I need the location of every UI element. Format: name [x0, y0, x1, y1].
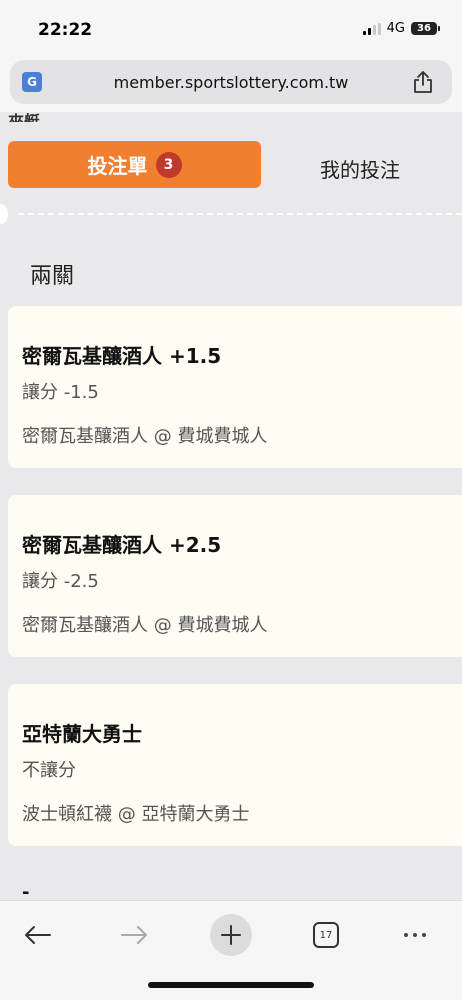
divider-notch [0, 204, 8, 224]
signal-icon [362, 22, 381, 35]
more-dots-icon [404, 933, 426, 937]
network-type: 4G [386, 21, 405, 36]
forward-button[interactable] [116, 915, 152, 955]
back-button[interactable] [20, 915, 56, 955]
status-bar: 22:22 4G 36 [0, 0, 462, 58]
share-icon[interactable] [412, 70, 434, 94]
forward-arrow-icon [121, 926, 147, 944]
plus-icon [221, 925, 241, 945]
status-time: 22:22 [38, 20, 93, 40]
bet-tabs: 投注單 3 我的投注 [0, 126, 462, 204]
bet-selection: 密爾瓦基釀酒人 +1.5 [22, 344, 222, 368]
status-right: 4G 36 [362, 21, 440, 36]
parlay-title: 兩關 [30, 264, 75, 289]
battery-level: 36 [411, 22, 437, 35]
home-indicator [148, 982, 314, 988]
bet-match: 波士頓紅襪 @ 亞特蘭大勇士 [22, 804, 250, 825]
bet-card[interactable]: 密爾瓦基釀酒人 +2.5 讓分 -2.5 密爾瓦基釀酒人 @ 費城費城人 [8, 495, 462, 657]
bet-match: 密爾瓦基釀酒人 @ 費城費城人 [22, 426, 268, 447]
bet-count-badge: 3 [155, 151, 182, 178]
dashed-divider [18, 213, 462, 215]
bet-card[interactable]: 密爾瓦基釀酒人 +1.5 讓分 -1.5 密爾瓦基釀酒人 @ 費城費城人 [8, 306, 462, 468]
address-bar[interactable]: G member.sportslottery.com.tw [10, 60, 452, 104]
tab-bet-slip-label: 投注單 [87, 154, 148, 178]
tabs-button[interactable]: 17 [312, 915, 340, 955]
battery-icon: 36 [411, 22, 440, 35]
more-button[interactable] [398, 915, 432, 955]
new-tab-button[interactable] [210, 914, 252, 956]
url-text[interactable]: member.sportslottery.com.tw [10, 73, 452, 92]
bet-market: 讓分 -1.5 [22, 382, 99, 403]
bet-selection: 密爾瓦基釀酒人 +2.5 [22, 533, 222, 557]
bet-card[interactable]: 亞特蘭大勇士 不讓分 波士頓紅襪 @ 亞特蘭大勇士 [8, 684, 462, 846]
bet-selection: 亞特蘭大勇士 [22, 722, 142, 746]
bet-match: 密爾瓦基釀酒人 @ 費城費城人 [22, 615, 268, 636]
partial-page-title: 來艇 [8, 112, 41, 122]
bet-market: 不讓分 [22, 760, 76, 781]
browser-address-area: G member.sportslottery.com.tw [0, 58, 462, 112]
tab-my-bets[interactable]: 我的投注 [320, 154, 400, 183]
back-arrow-icon [25, 926, 51, 944]
tab-count: 17 [313, 922, 339, 948]
tab-bet-slip[interactable]: 投注單 3 [8, 141, 261, 188]
bet-market: 讓分 -2.5 [22, 571, 99, 592]
